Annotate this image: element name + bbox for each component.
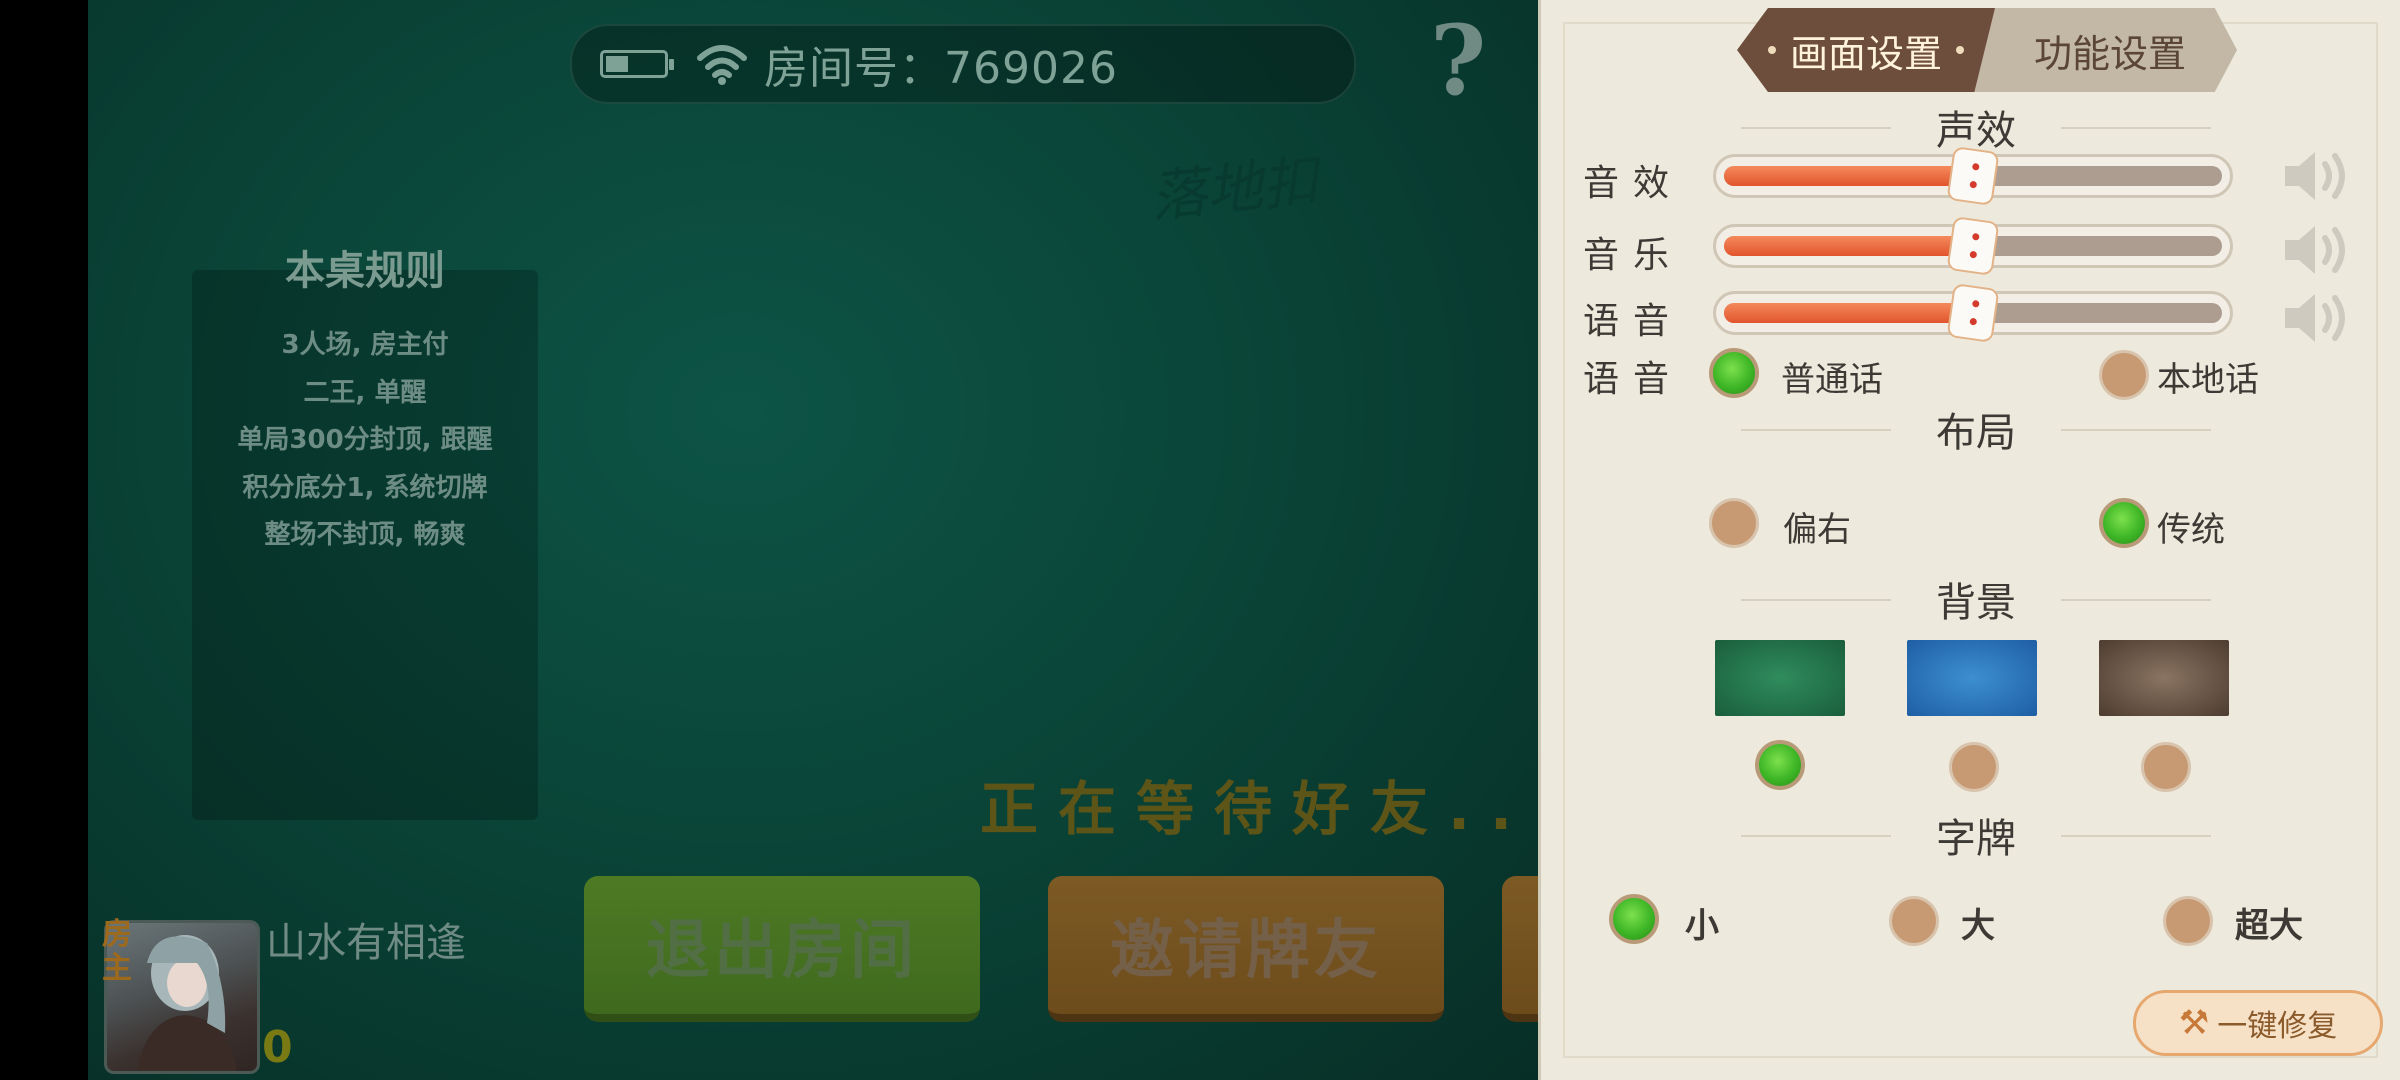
rule-item: 积分底分1, 系统切牌 — [242, 472, 488, 503]
background-green-radio[interactable] — [1755, 740, 1805, 790]
layout-traditional-label: 传统 — [2157, 510, 2225, 550]
status-bar: 房间号：769026 — [570, 24, 1356, 104]
card-size-xlarge-label: 超大 — [2235, 906, 2303, 946]
repair-label: 一键修复 — [2217, 1009, 2338, 1044]
voice-mandarin-label: 普通话 — [1781, 360, 1883, 400]
layout-section-title: 布局 — [1741, 400, 2211, 458]
tab-label: 画面设置 — [1789, 31, 1942, 76]
sound-section-title: 声效 — [1741, 98, 2211, 156]
rule-item: 整场不封顶, 畅爽 — [264, 520, 466, 550]
tab-display-settings[interactable]: 画面设置 — [1737, 8, 1995, 92]
host-badge: 房主 — [102, 917, 132, 986]
tab-label: 功能设置 — [2033, 31, 2186, 76]
player-name: 山水有相逢 — [266, 920, 466, 966]
partial-action-button[interactable] — [1502, 876, 1538, 1022]
sound-effect-slider[interactable] — [1713, 146, 2233, 206]
tools-icon: ⚒ — [2178, 1003, 2210, 1043]
voice-volume-label: 语音 — [1583, 301, 1684, 342]
card-size-large-label: 大 — [1961, 906, 1995, 946]
rule-item: 单局300分封顶, 跟醒 — [237, 425, 493, 455]
background-green-thumbnail[interactable] — [1715, 640, 1845, 716]
card-size-section-title: 字牌 — [1741, 806, 2211, 864]
player-score: 0 — [262, 1022, 293, 1073]
voice-language-label: 语音 — [1583, 359, 1684, 400]
game-table: 房间号：769026 ? 落地扣 本桌规则 3人场, 房主付 二王, 单醒 单局… — [88, 0, 1538, 1080]
rules-list: 3人场, 房主付 二王, 单醒 单局300分封顶, 跟醒 积分底分1, 系统切牌… — [192, 322, 538, 560]
wifi-icon — [697, 45, 747, 85]
layout-right-label: 偏右 — [1783, 510, 1851, 550]
dice-knob-icon[interactable] — [1946, 283, 2000, 343]
rule-item: 3人场, 房主付 — [281, 330, 449, 360]
background-section-title: 背景 — [1741, 570, 2211, 628]
speaker-icon[interactable] — [2281, 222, 2351, 278]
battery-icon — [600, 50, 674, 78]
card-size-small-label: 小 — [1685, 906, 1719, 946]
tab-function-settings[interactable]: 功能设置 — [1959, 8, 2237, 92]
help-button[interactable]: ? — [1430, 4, 1486, 117]
invite-friends-button[interactable]: 邀请牌友 — [1048, 876, 1444, 1022]
one-click-repair-button[interactable]: ⚒ 一键修复 — [2133, 990, 2383, 1056]
sound-effect-label: 音效 — [1583, 163, 1684, 204]
exit-room-button[interactable]: 退出房间 — [584, 876, 980, 1022]
voice-mandarin-radio[interactable] — [1709, 348, 1759, 398]
settings-tabs: 功能设置 画面设置 — [1737, 8, 2237, 92]
card-size-large-radio[interactable] — [1889, 896, 1939, 946]
dice-knob-icon[interactable] — [1946, 216, 2000, 276]
voice-local-radio[interactable] — [2099, 350, 2149, 400]
dice-knob-icon[interactable] — [1946, 146, 2000, 206]
settings-panel: 功能设置 画面设置 声效 音效 音乐 语音 语音 普通话 本地话 布局 偏右 传… — [1538, 0, 2400, 1080]
speaker-icon[interactable] — [2281, 148, 2351, 204]
rule-item: 二王, 单醒 — [303, 377, 427, 408]
background-blue-thumbnail[interactable] — [1907, 640, 2037, 716]
speaker-icon[interactable] — [2281, 290, 2351, 346]
waiting-status: 正在等待好友... — [980, 775, 1538, 843]
voice-volume-slider[interactable] — [1713, 283, 2233, 343]
room-number: 房间号：769026 — [764, 43, 1118, 94]
layout-right-radio[interactable] — [1709, 498, 1759, 548]
voice-local-label: 本地话 — [2157, 360, 2259, 400]
background-brown-radio[interactable] — [2141, 742, 2191, 792]
background-blue-radio[interactable] — [1949, 742, 1999, 792]
background-brown-thumbnail[interactable] — [2099, 640, 2229, 716]
game-watermark: 落地扣 — [1147, 148, 1322, 231]
card-size-xlarge-radio[interactable] — [2163, 896, 2213, 946]
music-slider[interactable] — [1713, 216, 2233, 276]
layout-traditional-radio[interactable] — [2099, 498, 2149, 548]
music-label: 音乐 — [1583, 235, 1684, 276]
card-size-small-radio[interactable] — [1609, 894, 1659, 944]
rules-title: 本桌规则 — [285, 248, 445, 294]
